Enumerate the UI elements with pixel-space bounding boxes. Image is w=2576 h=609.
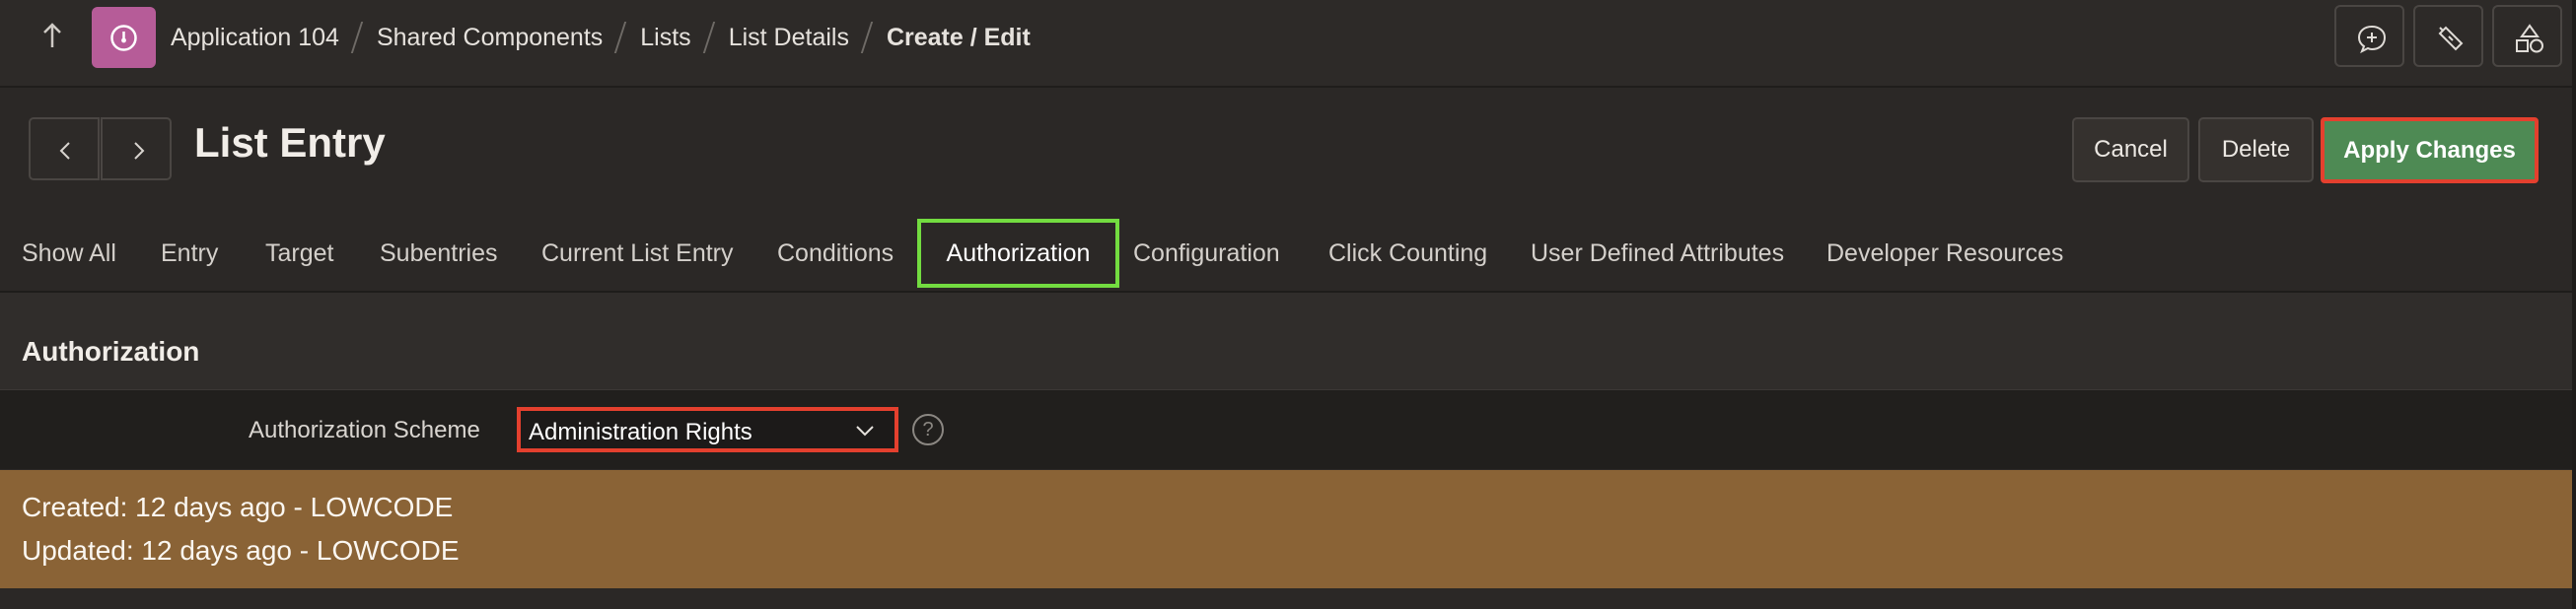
breadcrumb-lists[interactable]: Lists — [640, 24, 690, 52]
chevron-left-icon — [59, 142, 70, 160]
tab-bar: Show All Entry Target Subentries Current… — [0, 219, 2576, 290]
help-icon[interactable]: ? — [912, 414, 944, 445]
tab-subentries[interactable]: Subentries — [380, 219, 498, 288]
region-title: Authorization — [22, 336, 200, 367]
comment-add-icon — [2357, 25, 2387, 54]
breadcrumb-separator — [339, 20, 377, 55]
updated-info: Updated: 12 days ago - LOWCODE — [22, 535, 460, 566]
tab-show-all[interactable]: Show All — [22, 219, 116, 288]
breadcrumb-list-details[interactable]: List Details — [729, 24, 849, 52]
authorization-region-header: Authorization — [0, 293, 2576, 391]
audit-info: Created: 12 days ago - LOWCODE Updated: … — [0, 470, 2576, 588]
breadcrumb-current: Create / Edit — [886, 23, 1031, 51]
scrollbar-edge — [2572, 0, 2576, 609]
flashlight-button[interactable] — [2413, 5, 2483, 67]
authorization-scheme-value: Administration Rights — [529, 419, 752, 445]
chevron-right-icon — [134, 142, 145, 160]
chevron-down-icon — [856, 426, 874, 437]
authorization-scheme-label: Authorization Scheme — [249, 417, 480, 443]
tab-user-defined-attributes[interactable]: User Defined Attributes — [1531, 219, 1784, 288]
tab-current-list-entry[interactable]: Current List Entry — [541, 219, 734, 288]
tab-conditions[interactable]: Conditions — [777, 219, 894, 288]
breadcrumb-separator — [691, 20, 729, 55]
tab-target[interactable]: Target — [265, 219, 333, 288]
breadcrumb-shared-components[interactable]: Shared Components — [377, 24, 603, 52]
breadcrumb-separator — [849, 20, 887, 55]
arrow-up-icon[interactable] — [35, 18, 70, 53]
delete-button[interactable]: Delete — [2198, 117, 2314, 182]
shapes-button[interactable] — [2492, 5, 2562, 67]
flashlight-icon — [2438, 26, 2464, 51]
comment-add-button[interactable] — [2334, 5, 2404, 67]
page-title: List Entry — [194, 119, 386, 166]
created-info: Created: 12 days ago - LOWCODE — [22, 492, 454, 522]
previous-button[interactable] — [29, 117, 100, 180]
tab-developer-resources[interactable]: Developer Resources — [1826, 219, 2063, 288]
breadcrumb: Application 104 Shared Components Lists … — [171, 20, 1031, 55]
footer-band — [0, 588, 2576, 609]
app-dial-icon[interactable] — [92, 7, 156, 68]
tab-entry[interactable]: Entry — [161, 219, 218, 288]
top-bar: Application 104 Shared Components Lists … — [0, 0, 2576, 88]
apply-changes-button[interactable]: Apply Changes — [2321, 117, 2539, 183]
shapes-icon — [2516, 24, 2543, 53]
tab-configuration[interactable]: Configuration — [1133, 219, 1280, 288]
cancel-button[interactable]: Cancel — [2072, 117, 2189, 182]
next-button[interactable] — [101, 117, 172, 180]
authorization-scheme-select[interactable]: Administration Rights — [517, 407, 898, 452]
breadcrumb-separator — [603, 20, 640, 55]
tab-click-counting[interactable]: Click Counting — [1328, 219, 1487, 288]
tab-authorization[interactable]: Authorization — [917, 219, 1119, 288]
breadcrumb-application[interactable]: Application 104 — [171, 24, 339, 52]
